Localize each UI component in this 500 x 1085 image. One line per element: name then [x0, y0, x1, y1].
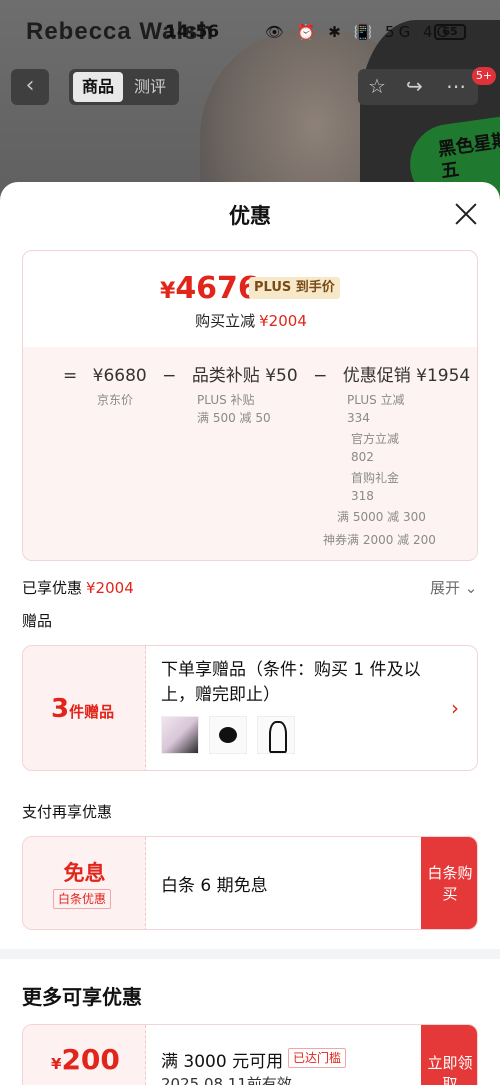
enjoyed-amount: ¥2004 [86, 579, 134, 597]
sheet-title: 优惠 [229, 204, 271, 228]
gift-thumbnail [257, 716, 295, 754]
gift-count-unit: 件赠品 [69, 703, 115, 721]
final-price: ¥4676 [160, 271, 259, 306]
formula-promo: 优惠促销 ¥1954 [342, 366, 471, 386]
base-price-note: 京东价 [97, 393, 134, 407]
threshold-tag: 已达门槛 [288, 1048, 347, 1068]
gift-thumbnail [209, 716, 247, 754]
chevron-right-icon[interactable]: › [451, 696, 459, 720]
interest-free-label: 免息 [63, 861, 106, 885]
gift-count-panel: 3件赠品 [23, 646, 146, 770]
close-icon[interactable] [452, 200, 480, 228]
gift-thumbnail [161, 716, 199, 754]
promo-note: 神券满 2000 减 200 [323, 533, 436, 547]
notification-badge: 5+ [472, 67, 496, 85]
baitiao-tag: 白条优惠 [53, 889, 112, 909]
expand-toggle[interactable]: 展开 ⌄ [430, 577, 477, 598]
share-icon[interactable]: ↪ [406, 74, 423, 98]
tab-review[interactable]: 测评 [125, 72, 175, 102]
coupon-amount: ¥200 [51, 1043, 120, 1076]
gift-card[interactable]: 3件赠品 下单享赠品（条件：购买 1 件及以上，赠完即止） › [22, 645, 478, 771]
formula-minus: − [313, 366, 328, 386]
promo-note: 满 5000 减 300 [337, 510, 426, 524]
price-breakdown-card: ¥4676 PLUS 到手价 购买立减 ¥2004 = ¥6680 − 品类补贴 … [22, 250, 478, 561]
final-price-value: 4676 [175, 271, 259, 306]
coupon-title: 满 3000 元可用 [161, 1052, 284, 1072]
coupon-amount-panel: ¥200 [23, 1025, 146, 1085]
payment-offer-card: 免息 白条优惠 白条 6 期免息 白条购买 [22, 836, 478, 930]
plus-price-tag: PLUS 到手价 [249, 277, 340, 299]
payment-section-label: 支付再享优惠 [22, 803, 113, 821]
header-actions: ☆ ↪ ⋯ [358, 69, 478, 105]
baitiao-buy-button[interactable]: 白条购买 [421, 837, 477, 929]
more-icon[interactable]: ⋯ [446, 74, 466, 98]
claim-coupon-button[interactable]: 立即领取 [421, 1025, 477, 1085]
coupon-expiry: 2025.08.11前有效 [161, 1075, 292, 1085]
chevron-left-icon: ‹ [25, 73, 35, 98]
top-nav: ‹ 商品 测评 ☆ ↪ ⋯ 5+ [0, 67, 500, 107]
gift-count: 3件赠品 [51, 694, 114, 724]
gift-section-label: 赠品 [22, 612, 53, 630]
subsidy-note: PLUS 补贴 [197, 393, 255, 407]
status-time: 14:56 [165, 22, 220, 42]
payment-offer-panel: 免息 白条优惠 [23, 837, 146, 929]
promo-note: 首购礼金 [351, 471, 400, 485]
gift-title: 下单享赠品（条件：购买 1 件及以上，赠完即止） [161, 660, 421, 705]
back-button[interactable]: ‹ [11, 69, 49, 105]
currency-symbol: ¥ [160, 279, 176, 304]
status-icons: 👁 ⏰ ✱ 📳 5G 4G [265, 23, 453, 41]
battery-icon: 65 [434, 24, 466, 40]
tab-product[interactable]: 商品 [73, 72, 123, 102]
section-divider [0, 949, 500, 959]
payment-offer-title: 白条 6 期免息 [161, 876, 268, 896]
tab-switch: 商品 测评 [69, 69, 179, 105]
currency-symbol: ¥ [51, 1055, 62, 1073]
subsidy-detail: 满 500 减 50 [197, 411, 271, 425]
status-bar: 14:56 👁 ⏰ ✱ 📳 5G 4G 65 [0, 18, 500, 48]
coupon-card: ¥200 满 3000 元可用 已达门槛 2025.08.11前有效 立即领取 [22, 1024, 478, 1085]
save-amount: ¥2004 [259, 312, 307, 330]
coupon-amount-value: 200 [61, 1043, 120, 1076]
formula-minus: − [162, 366, 177, 386]
promo-note: PLUS 立减 [347, 393, 405, 407]
promo-note: 802 [351, 450, 374, 464]
promo-note: 官方立减 [351, 432, 400, 446]
enjoyed-label: 已享优惠 [22, 579, 83, 597]
formula-base-price: ¥6680 [92, 366, 147, 386]
formula-subsidy: 品类补贴 ¥50 [191, 366, 298, 386]
save-line: 购买立减 ¥2004 [23, 310, 477, 331]
price-formula: = ¥6680 − 品类补贴 ¥50 − 优惠促销 ¥1954 [63, 361, 477, 386]
formula-equals: = [63, 366, 78, 386]
discount-sheet: 优惠 ¥4676 PLUS 到手价 购买立减 ¥2004 = ¥6680 − 品类… [0, 182, 500, 1085]
promo-note: 318 [351, 489, 374, 503]
save-label: 购买立减 [195, 312, 256, 330]
promo-note: 334 [347, 411, 370, 425]
star-icon[interactable]: ☆ [368, 74, 386, 98]
enjoyed-discount: 已享优惠 ¥2004 [22, 577, 134, 598]
more-offers-title: 更多可享优惠 [22, 985, 142, 1009]
gift-count-number: 3 [51, 694, 70, 724]
